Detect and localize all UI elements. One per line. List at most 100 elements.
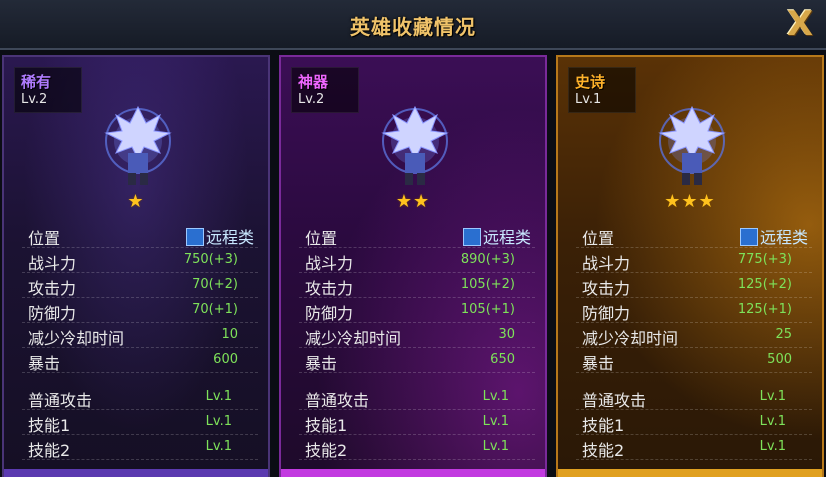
- rarity-badge: 稀有 Lv.2: [14, 67, 82, 113]
- stat-label: 暴击: [28, 354, 61, 373]
- skill-label: 普通攻击: [582, 391, 647, 410]
- skill-level: Lv.1: [482, 389, 509, 404]
- skill-row-normal: 普通攻击 Lv.1: [299, 385, 535, 410]
- stat-label: 防御力: [28, 304, 77, 323]
- stat-label: 位置: [28, 229, 61, 248]
- stat-label: 攻击力: [582, 279, 631, 298]
- stat-label: 减少冷却时间: [305, 329, 402, 348]
- stat-label: 攻击力: [305, 279, 354, 298]
- skill-level: Lv.1: [205, 414, 232, 429]
- stat-label: 减少冷却时间: [582, 329, 679, 348]
- stat-row-position: 位置 远程类: [576, 223, 812, 248]
- skill-row-normal: 普通攻击 Lv.1: [576, 385, 812, 410]
- skill-row-1: 技能1 Lv.1: [22, 410, 258, 435]
- hero-sprite-icon: [381, 105, 449, 185]
- close-icon[interactable]: X: [782, 6, 818, 42]
- stat-label: 战斗力: [582, 254, 631, 273]
- hero-level: Lv.2: [21, 92, 48, 107]
- hero-level: Lv.2: [298, 92, 325, 107]
- stat-value: 105(+1): [460, 302, 515, 317]
- hero-card-artifact: 神器 Lv.2 ★★ 位置 远程类 战斗力 890(+3) 攻击力 105(+2…: [279, 55, 547, 477]
- title-bar: 英雄收藏情况 X: [0, 0, 826, 50]
- rarity-badge: 神器 Lv.2: [291, 67, 359, 113]
- star-icon: ★★★: [664, 191, 716, 212]
- stat-value: 600: [213, 352, 238, 367]
- skill-label: 普通攻击: [305, 391, 370, 410]
- star-icon: ★: [127, 191, 145, 212]
- stat-row-power: 战斗力 750(+3): [22, 248, 258, 273]
- stat-row-attack: 攻击力 105(+2): [299, 273, 535, 298]
- stat-value: 25: [775, 327, 792, 342]
- skill-level: Lv.1: [482, 414, 509, 429]
- hero-sprite-icon: [104, 105, 172, 185]
- skill-label: 技能2: [28, 441, 71, 460]
- stat-row-crit: 暴击 600: [22, 348, 258, 373]
- bow-icon: [462, 228, 481, 246]
- bow-icon: [739, 228, 758, 246]
- skill-row-2: 技能2 Lv.1: [22, 435, 258, 460]
- stat-label: 战斗力: [28, 254, 77, 273]
- skill-label: 技能1: [582, 416, 625, 435]
- stat-row-cooldown: 减少冷却时间 10: [22, 323, 258, 348]
- stat-row-attack: 攻击力 125(+2): [576, 273, 812, 298]
- skill-level: Lv.1: [482, 439, 509, 454]
- stat-row-power: 战斗力 890(+3): [299, 248, 535, 273]
- hero-card-epic: 史诗 Lv.1 ★★★ 位置 远程类 战斗力 775(+3) 攻击力 125(+…: [556, 55, 824, 477]
- skill-level: Lv.1: [759, 439, 786, 454]
- stat-row-defense: 防御力 70(+1): [22, 298, 258, 323]
- hero-sprite-icon: [658, 105, 726, 185]
- stat-row-defense: 防御力 105(+1): [299, 298, 535, 323]
- stat-value: 890(+3): [460, 252, 515, 267]
- rarity-badge: 史诗 Lv.1: [568, 67, 636, 113]
- rarity-name: 神器: [298, 73, 329, 91]
- stat-value: 750(+3): [183, 252, 238, 267]
- hero-level: Lv.1: [575, 92, 602, 107]
- skill-row-1: 技能1 Lv.1: [576, 410, 812, 435]
- class-value: 远程类: [462, 224, 531, 248]
- skill-level: Lv.1: [759, 414, 786, 429]
- stat-label: 位置: [582, 229, 615, 248]
- stat-label: 战斗力: [305, 254, 354, 273]
- class-value: 远程类: [185, 224, 254, 248]
- skill-label: 技能2: [582, 441, 625, 460]
- rarity-name: 史诗: [575, 73, 606, 91]
- stat-row-position: 位置 远程类: [22, 223, 258, 248]
- stat-row-cooldown: 减少冷却时间 25: [576, 323, 812, 348]
- skill-label: 技能2: [305, 441, 348, 460]
- skill-label: 技能1: [28, 416, 71, 435]
- star-icon: ★★: [395, 191, 431, 212]
- stat-row-position: 位置 远程类: [299, 223, 535, 248]
- skill-row-2: 技能2 Lv.1: [576, 435, 812, 460]
- stat-value: 775(+3): [737, 252, 792, 267]
- stat-value: 30: [498, 327, 515, 342]
- stat-value: 10: [221, 327, 238, 342]
- stat-row-defense: 防御力 125(+1): [576, 298, 812, 323]
- window-title: 英雄收藏情况: [350, 15, 476, 39]
- skill-level: Lv.1: [205, 439, 232, 454]
- stat-value: 500: [767, 352, 792, 367]
- stat-row-crit: 暴击 650: [299, 348, 535, 373]
- stat-label: 暴击: [582, 354, 615, 373]
- rarity-name: 稀有: [21, 73, 52, 91]
- bow-icon: [185, 228, 204, 246]
- stat-label: 防御力: [305, 304, 354, 323]
- skill-row-normal: 普通攻击 Lv.1: [22, 385, 258, 410]
- class-value: 远程类: [739, 224, 808, 248]
- stat-label: 减少冷却时间: [28, 329, 125, 348]
- stat-value: 650: [490, 352, 515, 367]
- stat-value: 105(+2): [460, 277, 515, 292]
- stat-value: 70(+1): [192, 302, 238, 317]
- stat-row-power: 战斗力 775(+3): [576, 248, 812, 273]
- stat-label: 攻击力: [28, 279, 77, 298]
- stat-label: 暴击: [305, 354, 338, 373]
- stat-row-cooldown: 减少冷却时间 30: [299, 323, 535, 348]
- stat-label: 位置: [305, 229, 338, 248]
- hero-card-rare: 稀有 Lv.2 ★ 位置 远程类 战斗力 750(+3) 攻击力 70(+2) …: [2, 55, 270, 477]
- stat-row-crit: 暴击 500: [576, 348, 812, 373]
- skill-label: 技能1: [305, 416, 348, 435]
- skill-row-2: 技能2 Lv.1: [299, 435, 535, 460]
- skill-level: Lv.1: [759, 389, 786, 404]
- skill-row-1: 技能1 Lv.1: [299, 410, 535, 435]
- skill-level: Lv.1: [205, 389, 232, 404]
- stat-row-attack: 攻击力 70(+2): [22, 273, 258, 298]
